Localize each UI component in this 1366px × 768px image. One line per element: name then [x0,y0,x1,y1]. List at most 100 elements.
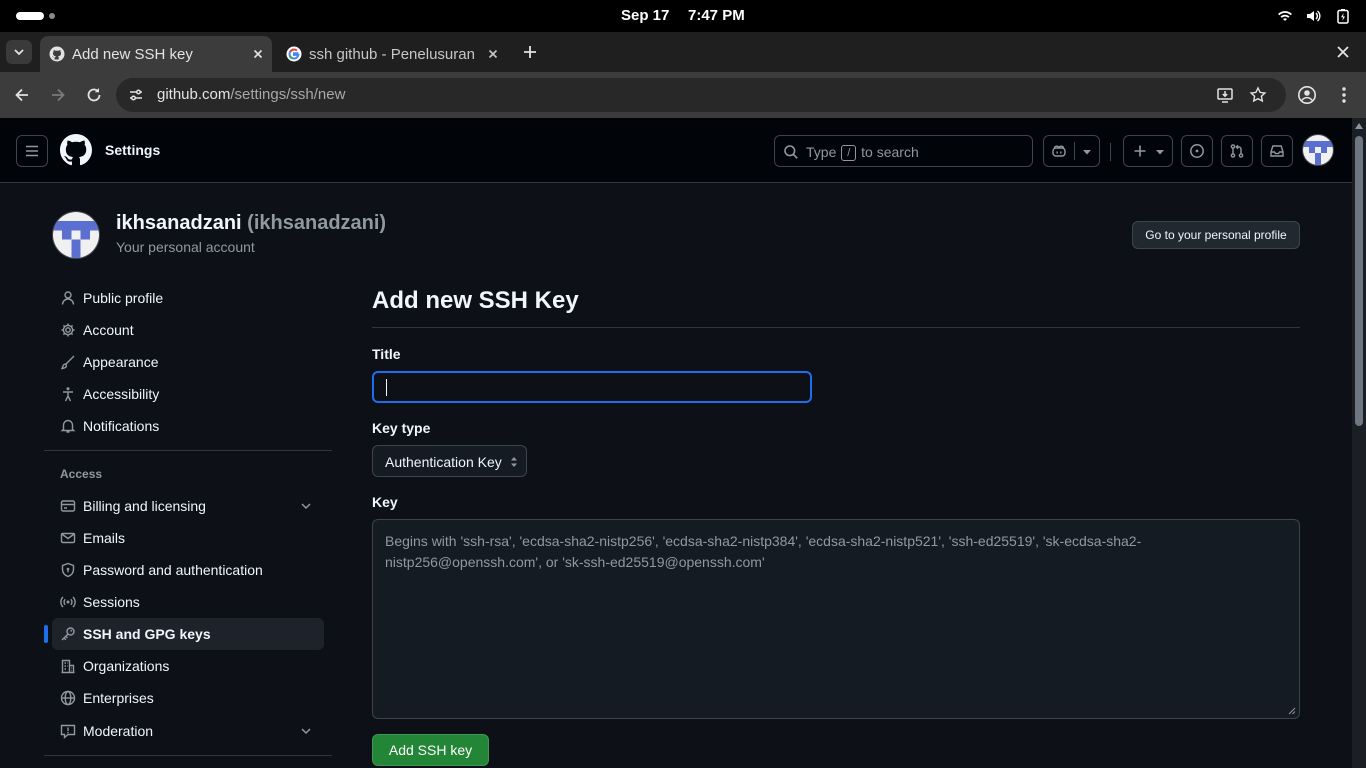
sidebar-item-emails[interactable]: Emails [52,522,324,554]
volume-icon [1307,10,1321,22]
forward-arrow-icon[interactable] [48,85,68,105]
sidebar-item-ssh-gpg-keys[interactable]: SSH and GPG keys [44,618,324,650]
sidebar-heading-access: Access [60,467,103,481]
new-tab-icon[interactable] [520,42,540,62]
key-textarea[interactable]: Begins with 'ssh-rsa', 'ecdsa-sha2-nistp… [372,519,1300,719]
close-window-icon[interactable] [1334,43,1352,61]
text-cursor [386,379,387,396]
pull-requests-button[interactable] [1221,135,1253,167]
chevron-down-icon [301,728,311,735]
google-favicon-icon [286,46,302,62]
go-to-profile-button[interactable]: Go to your personal profile [1132,221,1300,249]
key-type-select[interactable]: Authentication Key [372,445,527,477]
sidebar-divider [44,450,332,451]
sidebar-item-public-profile[interactable]: Public profile [52,282,324,314]
sidebar-item-accessibility[interactable]: Accessibility [52,378,324,410]
wifi-icon [1278,11,1292,21]
inbox-button[interactable] [1261,135,1293,167]
tab-search-button[interactable] [6,40,32,64]
scroll-up-arrow-icon[interactable] [1355,123,1363,129]
close-tab-icon[interactable] [250,46,266,62]
header-context-title[interactable]: Settings [105,142,160,158]
back-arrow-icon[interactable] [12,85,32,105]
sidebar-item-label: Sessions [83,594,140,610]
sidebar-item-label: Accessibility [83,386,160,402]
header-separator [1110,143,1111,161]
browser-tab-ssh-github-search[interactable]: ssh github - Penelusuran Google [277,36,507,72]
system-date: Sep 17 [621,7,670,24]
scrollbar-thumb[interactable] [1355,136,1363,426]
issue-opened-icon [1190,144,1204,158]
plus-icon [1134,145,1146,157]
system-time: 7:47 PM [688,7,745,24]
profile-icon[interactable] [1297,85,1317,105]
sidebar-item-label: Account [83,322,134,338]
search-shortcut-key: / [841,145,857,162]
search-prefix: Type [806,144,837,160]
gear-icon [61,323,75,337]
add-ssh-key-button[interactable]: Add SSH key [372,734,489,766]
identicon-avatar [1303,135,1333,165]
sidebar-item-moderation[interactable]: Moderation [52,715,324,747]
heading-divider [372,327,1300,328]
sidebar-item-label: Appearance [83,354,159,370]
browser-menu-icon[interactable] [1334,85,1354,105]
sidebar-item-sessions[interactable]: Sessions [52,586,324,618]
globe-icon [60,690,76,706]
sidebar-item-label: Organizations [83,658,170,674]
global-search-input[interactable]: Type / to search [774,135,1033,167]
site-settings-icon[interactable] [128,87,144,103]
sidebar-item-label: Public profile [83,290,164,306]
sidebar-item-account[interactable]: Account [52,314,324,346]
account-display-name: ikhsanadzani [116,212,242,234]
bookmark-star-icon[interactable] [1249,86,1267,104]
sidebar-item-label: Notifications [83,418,160,434]
account-subtitle: Your personal account [116,239,255,255]
title-input[interactable] [372,371,812,403]
user-avatar[interactable] [1302,134,1334,166]
url-host: github.com [157,86,231,103]
person-icon [61,291,75,305]
github-logo-icon[interactable] [60,134,92,166]
bell-icon [60,419,76,433]
broadcast-icon [60,596,76,608]
sidebar-item-enterprises[interactable]: Enterprises [52,682,324,714]
account-name[interactable]: ikhsanadzani (ikhsanadzani) [116,212,386,235]
issues-button[interactable] [1181,135,1213,167]
install-app-icon[interactable] [1216,86,1234,104]
sidebar-item-organizations[interactable]: Organizations [52,650,324,682]
triangle-down-icon [1156,150,1164,155]
browser-toolbar: github.com/settings/ssh/new [0,72,1366,118]
reload-icon[interactable] [84,85,104,105]
tab-title: Add new SSH key [72,46,193,63]
key-label: Key [372,494,398,510]
sidebar-item-label: Billing and licensing [83,498,206,514]
accessibility-icon [63,387,73,402]
sidebar-item-billing[interactable]: Billing and licensing [52,490,324,522]
sidebar-item-appearance[interactable]: Appearance [52,346,324,378]
copilot-icon [1052,145,1066,157]
github-header: Settings Type / to search [0,118,1352,183]
sidebar-item-password-authentication[interactable]: Password and authentication [52,554,324,586]
git-pull-request-icon [1230,144,1244,158]
report-icon [60,724,76,739]
sidebar-item-label: Password and authentication [83,562,263,578]
organization-icon [61,659,75,674]
credit-card-icon [60,500,76,512]
paintbrush-icon [60,355,75,370]
search-suffix: to search [861,144,919,160]
browser-tab-strip: Add new SSH key ssh github - Penelusuran… [0,32,1366,72]
open-global-nav-button[interactable] [16,135,48,167]
address-bar[interactable]: github.com/settings/ssh/new [116,78,1286,112]
create-new-button[interactable] [1123,135,1173,167]
page-scrollbar[interactable] [1352,118,1366,768]
search-icon [784,145,798,159]
copilot-button[interactable] [1043,135,1100,167]
browser-tab-add-ssh-key[interactable]: Add new SSH key [40,36,272,72]
account-avatar[interactable] [52,211,100,259]
hamburger-menu-icon [26,145,38,157]
battery-charging-icon [1337,9,1349,24]
sidebar-item-notifications[interactable]: Notifications [52,410,324,442]
close-tab-icon[interactable] [485,46,501,62]
resize-handle-icon[interactable] [1288,707,1296,715]
